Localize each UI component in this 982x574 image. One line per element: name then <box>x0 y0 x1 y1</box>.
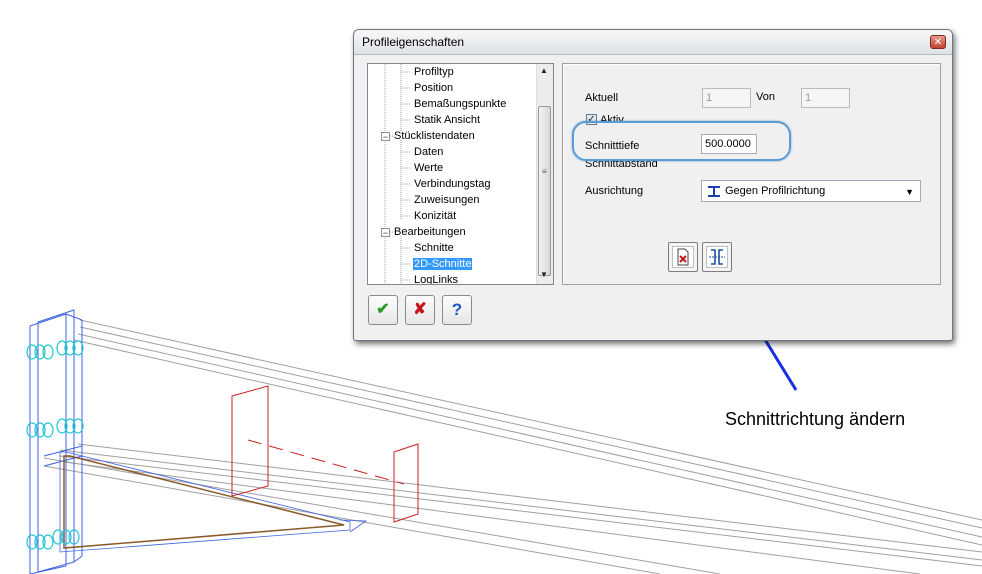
title-bar[interactable]: Profileigenschaften ✕ <box>354 30 952 55</box>
tree-item-zuweisungen[interactable]: Zuweisungen <box>414 192 479 208</box>
scroll-up-icon[interactable]: ▲ <box>540 66 548 75</box>
aktuell-label: Aktuell <box>585 92 619 104</box>
cancel-button[interactable]: ✘ <box>405 295 435 325</box>
ausrichtung-label: Ausrichtung <box>585 185 644 197</box>
tree-item-position[interactable]: Position <box>414 80 453 96</box>
delete-cut-icon <box>677 248 689 266</box>
collapse-toggle-stuecklistendaten[interactable]: − <box>381 132 390 142</box>
cancel-x-icon: ✘ <box>413 301 427 318</box>
ausrichtung-value: Gegen Profilrichtung <box>725 185 826 197</box>
cut-planes <box>231 385 419 523</box>
von-field: 1 <box>801 88 850 108</box>
tree-item-bemassungspunkte[interactable]: Bemaßungspunkte <box>414 96 506 112</box>
close-icon: ✕ <box>933 37 943 48</box>
checkmark-icon: ✔ <box>376 301 390 318</box>
chevron-down-icon[interactable]: ▼ <box>905 182 914 202</box>
von-label: Von <box>756 91 775 103</box>
tree-item-stuecklistendaten[interactable]: Stücklistendaten <box>394 128 475 144</box>
settings-panel: Aktuell 1 Von 1 ✓ Aktiv Schnitttiefe 500… <box>562 63 941 285</box>
aktuell-field: 1 <box>702 88 751 108</box>
profile-properties-dialog: Profileigenschaften ✕ Profiltyp Position… <box>353 29 953 341</box>
flip-direction-button[interactable] <box>702 242 732 272</box>
beam-lines <box>43 319 982 574</box>
help-icon: ? <box>451 300 463 319</box>
tree-item-bearbeitungen[interactable]: Bearbeitungen <box>394 224 466 240</box>
close-button[interactable]: ✕ <box>930 35 946 49</box>
tree-item-schnitte[interactable]: Schnitte <box>414 240 454 256</box>
schnittabstand-label: Schnittabstand <box>585 160 658 168</box>
dialog-title: Profileigenschaften <box>362 35 465 49</box>
tree-item-loglinks[interactable]: LogLinks <box>414 272 458 284</box>
annotation-text: Schnittrichtung ändern <box>725 409 906 429</box>
highlight-ring <box>572 121 791 161</box>
tree-item-werte[interactable]: Werte <box>414 160 443 176</box>
tree-item-verbindungstag[interactable]: Verbindungstag <box>414 176 490 192</box>
delete-cut-button[interactable] <box>668 242 698 272</box>
ausrichtung-dropdown[interactable]: Gegen Profilrichtung ▼ <box>701 180 921 202</box>
flip-direction-icon <box>709 249 725 265</box>
profile-icon <box>708 186 720 197</box>
tree-item-statik-ansicht[interactable]: Statik Ansicht <box>414 112 480 128</box>
bolts <box>26 340 84 550</box>
tree-scrollbar[interactable]: ▲ ≡ ▼ <box>536 64 553 284</box>
ok-button[interactable]: ✔ <box>368 295 398 325</box>
end-plate <box>29 309 83 574</box>
tree-item-profiltyp[interactable]: Profiltyp <box>414 64 454 80</box>
tree-item-2d-schnitte[interactable]: 2D-Schnitte <box>413 256 473 272</box>
tree-item-daten[interactable]: Daten <box>414 144 443 160</box>
properties-tree[interactable]: Profiltyp Position Bemaßungspunkte Stati… <box>367 63 554 285</box>
scroll-down-icon[interactable]: ▼ <box>540 270 548 279</box>
tree-item-konizitaet[interactable]: Konizität <box>414 208 456 224</box>
collapse-toggle-bearbeitungen[interactable]: − <box>381 228 390 238</box>
scroll-thumb[interactable]: ≡ <box>538 106 551 276</box>
help-button[interactable]: ? <box>442 295 472 325</box>
